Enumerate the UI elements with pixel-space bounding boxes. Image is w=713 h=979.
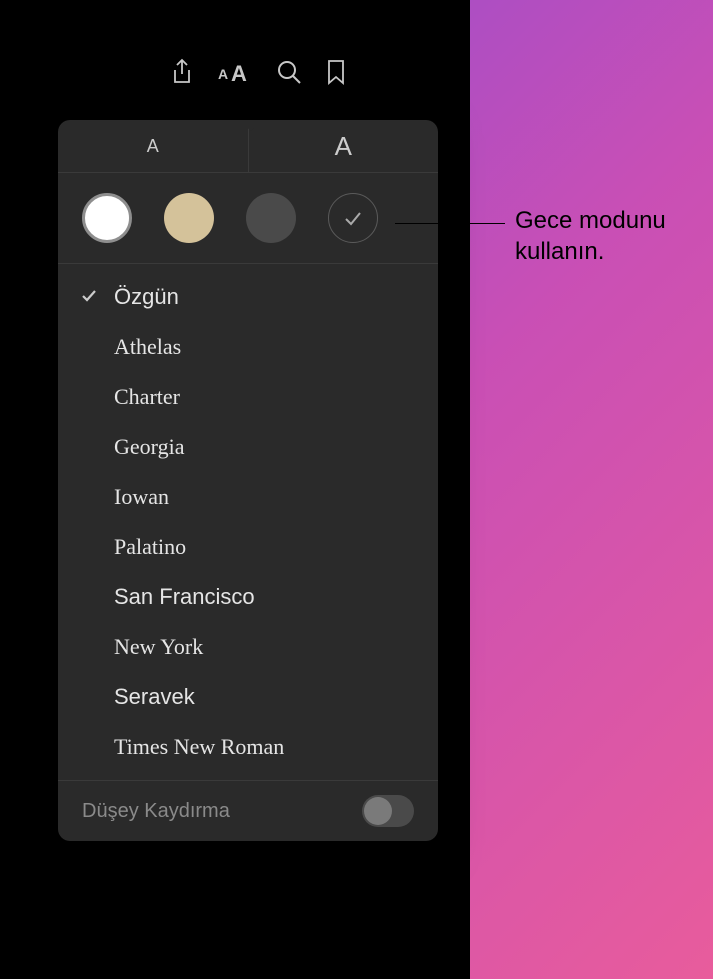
theme-night[interactable] xyxy=(328,193,378,243)
text-size-row: A A xyxy=(58,120,438,173)
callout-line xyxy=(395,223,505,224)
vertical-scroll-toggle[interactable] xyxy=(362,795,414,827)
font-list: Özgün Athelas Charter Georgia Iowan Palatino S… xyxy=(58,264,438,780)
check-icon xyxy=(80,284,98,310)
font-item-label: Özgün xyxy=(114,284,179,309)
font-item-label: New York xyxy=(114,634,203,659)
bookmark-icon[interactable] xyxy=(326,59,346,85)
font-item-label: Georgia xyxy=(114,434,184,459)
svg-text:A: A xyxy=(218,66,228,82)
font-item[interactable]: Iowan xyxy=(58,472,438,522)
font-item[interactable]: Times New Roman xyxy=(58,722,438,772)
theme-white[interactable] xyxy=(82,193,132,243)
font-item[interactable]: Palatino xyxy=(58,522,438,572)
font-item[interactable]: New York xyxy=(58,622,438,672)
check-icon xyxy=(342,207,364,229)
font-item[interactable]: Athelas xyxy=(58,322,438,372)
text-size-larger[interactable]: A xyxy=(249,120,439,172)
font-item[interactable]: San Francisco xyxy=(58,572,438,622)
theme-sepia[interactable] xyxy=(164,193,214,243)
font-item-label: Palatino xyxy=(114,534,186,559)
font-item-label: Athelas xyxy=(114,334,181,359)
text-size-smaller[interactable]: A xyxy=(58,120,249,172)
font-item-label: Charter xyxy=(114,384,180,409)
theme-gray[interactable] xyxy=(246,193,296,243)
font-item[interactable]: Seravek xyxy=(58,672,438,722)
font-item[interactable]: Georgia xyxy=(58,422,438,472)
font-item[interactable]: Charter xyxy=(58,372,438,422)
vertical-scroll-row: Düşey Kaydırma xyxy=(58,780,438,841)
search-icon[interactable] xyxy=(276,59,302,85)
svg-text:A: A xyxy=(231,61,247,85)
font-item-label: Times New Roman xyxy=(114,734,284,759)
appearance-icon[interactable]: A A xyxy=(218,59,252,85)
vertical-scroll-label: Düşey Kaydırma xyxy=(82,800,230,823)
toggle-knob xyxy=(364,797,392,825)
toolbar: A A xyxy=(170,58,346,86)
theme-row xyxy=(58,173,438,264)
appearance-popover: A A Özgün Athelas Charter Georgia Iowan Palat… xyxy=(58,120,438,841)
callout-label: Gece modunu kullanın. xyxy=(515,205,713,267)
share-icon[interactable] xyxy=(170,58,194,86)
font-item-label: Seravek xyxy=(114,684,195,709)
font-item-label: Iowan xyxy=(114,484,169,509)
font-item-label: San Francisco xyxy=(114,584,255,609)
font-item[interactable]: Özgün xyxy=(58,272,438,322)
